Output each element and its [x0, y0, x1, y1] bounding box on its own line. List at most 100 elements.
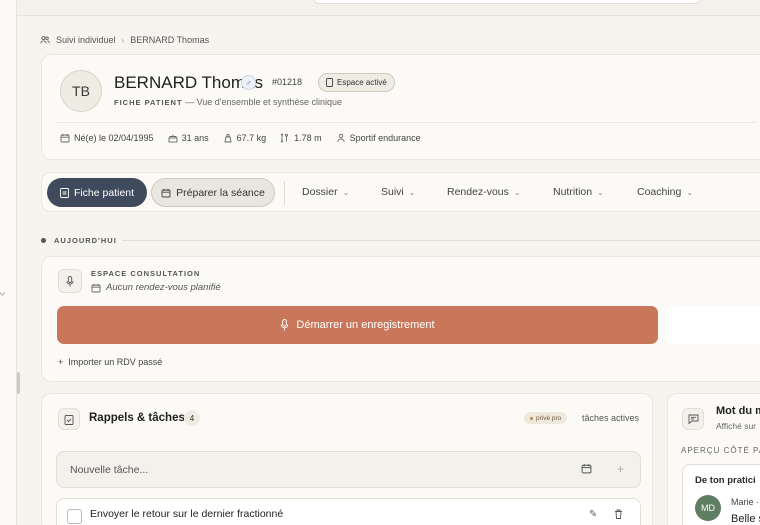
- breadcrumb: Suivi individuel › BERNARD Thomas: [40, 35, 209, 45]
- section-today: AUJOURD'HUI: [41, 236, 117, 245]
- nav-rendez-vous[interactable]: Rendez-vous ⌄: [447, 186, 521, 198]
- pencil-icon[interactable]: ✎: [589, 509, 597, 520]
- avatar: MD: [695, 495, 721, 521]
- age: 31 ans: [181, 133, 209, 143]
- nav-suivi[interactable]: Suivi ⌄: [381, 186, 415, 198]
- preview-title: De ton pratici: [695, 475, 756, 486]
- tasks-active-label: tâches actives: [582, 413, 640, 423]
- person-icon: [336, 133, 345, 143]
- document-icon: [59, 187, 69, 198]
- fiche-patient-label: Fiche patient: [73, 186, 135, 199]
- sidebar-edge: [0, 0, 20, 525]
- import-rdv-link[interactable]: + Importer un RDV passé: [58, 357, 162, 367]
- collapse-chevron-icon[interactable]: [0, 289, 6, 296]
- patient-nav-bar: Fiche patient Préparer la séance Dossier…: [41, 172, 760, 212]
- new-task-input[interactable]: Nouvelle tâche... +: [56, 451, 641, 488]
- male-icon: ♂: [241, 75, 256, 90]
- preparer-seance-label: Préparer la séance: [176, 186, 265, 199]
- message-preview: De ton pratici MD Marie · Belle s: [682, 464, 760, 525]
- nav-coaching[interactable]: Coaching ⌄: [637, 186, 693, 198]
- calendar-icon: [60, 134, 70, 143]
- nav-dossier-label: Dossier: [302, 186, 338, 198]
- consultation-subtitle: Aucun rendez-vous planifié: [91, 282, 221, 293]
- calendar-icon: [161, 188, 171, 197]
- preview-author: Marie ·: [731, 497, 760, 507]
- weight: 67.7 kg: [236, 133, 267, 143]
- private-badge-label: privé pro: [536, 414, 562, 422]
- consultation-subtitle-text: Aucun rendez-vous planifié: [106, 282, 221, 293]
- avatar: TB: [60, 70, 102, 112]
- scroll-handle[interactable]: [17, 372, 20, 394]
- nav-suivi-label: Suivi: [381, 186, 404, 198]
- breadcrumb-root[interactable]: Suivi individuel: [56, 35, 116, 45]
- top-bar: [17, 0, 760, 16]
- message-subtitle: Affiché sur: [716, 421, 757, 431]
- subtitle-label: FICHE PATIENT: [114, 98, 183, 107]
- fact-age: 31 ans: [168, 133, 209, 143]
- users-icon: [40, 35, 50, 44]
- start-recording-label: Démarrer un enregistrement: [296, 319, 435, 331]
- fact-birth: Né(e) le 02/04/1995: [60, 133, 154, 143]
- patient-subtitle: FICHE PATIENT — Vue d'ensemble et synthè…: [114, 97, 342, 107]
- apercu-label: APERÇU CÔTÉ PATI: [681, 446, 760, 455]
- consultation-title: ESPACE CONSULTATION: [91, 269, 201, 278]
- message-card: Mot du m Affiché sur APERÇU CÔTÉ PATI De…: [667, 393, 760, 525]
- chevron-down-icon: ⌄: [513, 187, 521, 197]
- espace-badge-label: Espace activé: [337, 78, 387, 87]
- divider: [56, 122, 756, 123]
- nav-divider: [284, 181, 285, 205]
- new-task-placeholder: Nouvelle tâche...: [70, 464, 149, 476]
- weight-icon: [224, 133, 232, 143]
- fact-profile: Sportif endurance: [336, 133, 421, 143]
- preview-text: Belle s: [731, 513, 760, 525]
- patient-header-card: TB BERNARD Thomas ♂ #01218 Espace activé…: [41, 54, 760, 160]
- search-input[interactable]: [313, 0, 701, 4]
- nav-nutrition-label: Nutrition: [553, 186, 593, 198]
- section-divider: [122, 240, 760, 241]
- calendar-icon[interactable]: [581, 463, 592, 474]
- task-checkbox[interactable]: [67, 509, 82, 524]
- start-recording-button[interactable]: Démarrer un enregistrement: [57, 306, 658, 344]
- nav-coaching-label: Coaching: [637, 186, 682, 198]
- breadcrumb-current: BERNARD Thomas: [130, 35, 210, 45]
- chevron-down-icon: ⌄: [408, 187, 416, 197]
- consultation-card: ESPACE CONSULTATION Aucun rendez-vous pl…: [41, 256, 760, 382]
- birth-date: Né(e) le 02/04/1995: [74, 133, 154, 143]
- profile: Sportif endurance: [349, 133, 421, 143]
- import-rdv-label: Importer un RDV passé: [68, 357, 163, 367]
- calendar-icon: [91, 283, 101, 292]
- tasks-card: Rappels & tâches 4 privé pro tâches acti…: [41, 393, 653, 525]
- clipboard-check-icon: [58, 408, 80, 430]
- bullet-icon: [41, 238, 46, 243]
- chevron-right-icon: ›: [121, 35, 125, 45]
- cake-icon: [168, 134, 178, 143]
- height-icon: [280, 133, 289, 143]
- patient-id: #01218: [272, 77, 303, 87]
- tasks-count-badge: 4: [184, 410, 200, 426]
- recording-side-panel: [666, 306, 760, 344]
- dot-icon: [530, 416, 533, 420]
- subtitle-text: — Vue d'ensemble et synthèse clinique: [185, 97, 343, 107]
- section-today-label: AUJOURD'HUI: [54, 236, 117, 245]
- nav-nutrition[interactable]: Nutrition ⌄: [553, 186, 604, 198]
- patient-facts: Né(e) le 02/04/1995 31 ans 67.7 kg 1.78 …: [60, 133, 421, 143]
- chevron-down-icon: ⌄: [686, 187, 694, 197]
- nav-rendez-vous-label: Rendez-vous: [447, 186, 509, 198]
- fiche-patient-button[interactable]: Fiche patient: [47, 178, 147, 207]
- preparer-seance-button[interactable]: Préparer la séance: [151, 178, 275, 207]
- mic-icon: [58, 269, 82, 293]
- height: 1.78 m: [294, 133, 322, 143]
- message-title: Mot du m: [716, 405, 760, 417]
- message-icon: [682, 408, 704, 430]
- task-text: Envoyer le retour sur le dernier fractio…: [90, 508, 284, 520]
- add-task-icon[interactable]: +: [617, 462, 624, 476]
- chevron-down-icon: ⌄: [342, 187, 350, 197]
- phone-icon: [326, 78, 333, 87]
- tasks-title: Rappels & tâches: [89, 412, 185, 424]
- espace-badge[interactable]: Espace activé: [318, 73, 395, 92]
- nav-dossier[interactable]: Dossier ⌄: [302, 186, 349, 198]
- trash-icon[interactable]: [614, 509, 623, 519]
- fact-height: 1.78 m: [280, 133, 322, 143]
- task-row: Envoyer le retour sur le dernier fractio…: [56, 498, 641, 525]
- chevron-down-icon: ⌄: [597, 187, 604, 197]
